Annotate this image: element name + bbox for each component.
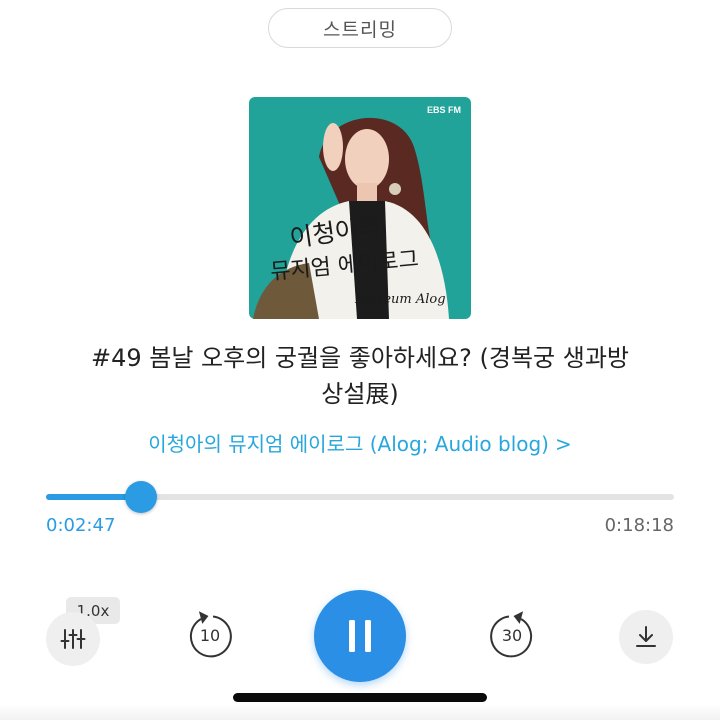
sliders-icon	[60, 629, 86, 649]
streaming-mode-label: 스트리밍	[323, 18, 397, 41]
program-name: 이청아의 뮤지엄 에이로그 (Alog; Audio blog)	[148, 432, 549, 456]
elapsed-time: 0:02:47	[46, 515, 116, 536]
program-link[interactable]: 이청아의 뮤지엄 에이로그 (Alog; Audio blog) >	[30, 428, 690, 457]
chevron-right-icon: >	[554, 432, 572, 456]
pause-button[interactable]	[314, 590, 406, 682]
home-indicator[interactable]	[233, 693, 487, 702]
episode-title-line2: 상설展)	[321, 380, 399, 408]
total-time: 0:18:18	[604, 515, 674, 536]
cover-subtitle: Museum Alog	[354, 292, 446, 307]
episode-title: #49 봄날 오후의 궁궐을 좋아하세요? (경복궁 생과방 상설展)	[30, 340, 690, 412]
bottom-bar-edge	[0, 704, 720, 720]
streaming-mode-pill[interactable]: 스트리밍	[268, 8, 452, 48]
download-button[interactable]	[619, 610, 673, 664]
forward-button[interactable]: 30	[483, 607, 541, 665]
pause-icon	[349, 620, 371, 652]
progress-slider[interactable]	[46, 481, 674, 513]
equalizer-button[interactable]	[46, 612, 100, 666]
rewind-button[interactable]: 10	[181, 607, 239, 665]
episode-title-line1: #49 봄날 오후의 궁궐을 좋아하세요? (경복궁 생과방	[90, 344, 630, 372]
rewind-seconds: 10	[199, 626, 221, 645]
cover-brand-text: EBS FM	[427, 105, 461, 115]
progress-thumb[interactable]	[125, 481, 158, 513]
download-icon	[636, 626, 656, 647]
forward-seconds: 30	[501, 626, 523, 645]
episode-cover-art: EBS FM 이청아의 뮤지엄 에이로그 Museum Alog	[249, 97, 471, 319]
